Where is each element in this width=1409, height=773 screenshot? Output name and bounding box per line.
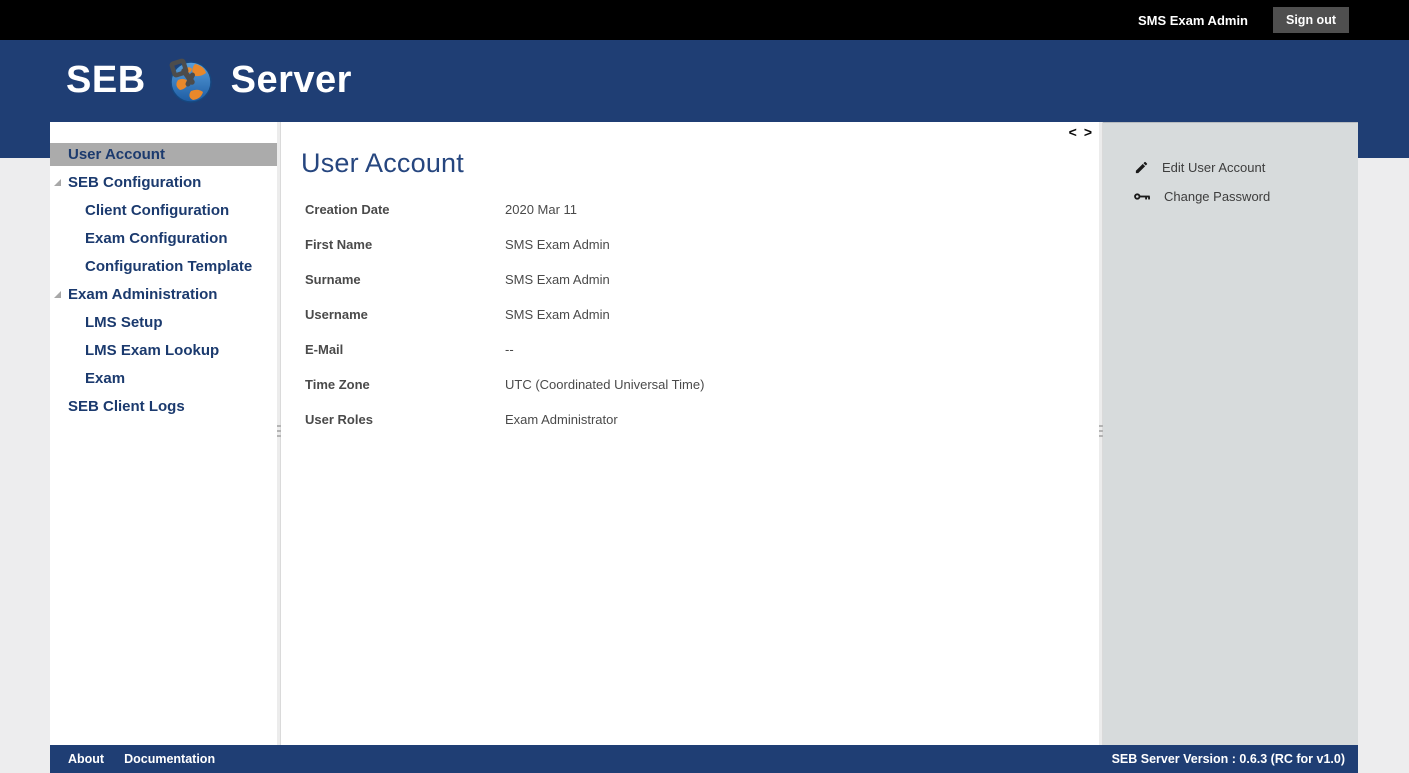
sidebar-item-label: User Account [68, 146, 165, 163]
form-row-first-name: First Name SMS Exam Admin [281, 237, 1099, 272]
sidebar-item-label: SEB Configuration [68, 174, 202, 191]
field-label: Time Zone [305, 377, 370, 392]
sidebar-item-user-account[interactable]: User Account [50, 143, 277, 166]
pencil-icon [1135, 161, 1148, 174]
sidebar-item-label: Exam Configuration [85, 230, 228, 247]
sidebar-item-lms-setup[interactable]: LMS Setup [50, 311, 277, 334]
field-label: Surname [305, 272, 361, 287]
field-label: Creation Date [305, 202, 390, 217]
sidebar-item-exam-configuration[interactable]: Exam Configuration [50, 227, 277, 250]
current-user-label: SMS Exam Admin [1137, 12, 1248, 28]
sidebar-nav: User Account SEB Configuration Client Co… [50, 122, 277, 745]
field-label: First Name [305, 237, 373, 252]
form-row-surname: Surname SMS Exam Admin [281, 272, 1099, 307]
field-value: UTC (Coordinated Universal Time) [505, 377, 705, 392]
field-value: SMS Exam Admin [505, 237, 610, 252]
sidebar-item-label: Exam [85, 370, 126, 387]
sidebar-item-lms-exam-lookup[interactable]: LMS Exam Lookup [50, 339, 277, 362]
sidebar-item-label: Exam Administration [68, 286, 218, 303]
field-value: SMS Exam Admin [505, 272, 610, 287]
field-label: User Roles [305, 412, 373, 427]
main-panel: < > User Account Creation Date 2020 Mar … [281, 122, 1099, 745]
field-value: -- [505, 342, 514, 357]
sidebar-item-label: SEB Client Logs [68, 398, 185, 415]
page-title: User Account [301, 148, 464, 178]
brand-logo: SEB Server [66, 54, 352, 106]
form-row-username: Username SMS Exam Admin [281, 307, 1099, 342]
change-password-button[interactable]: Change Password [1103, 182, 1358, 211]
edit-user-account-button[interactable]: Edit User Account [1103, 153, 1358, 182]
brand-seb-text: SEB [66, 58, 146, 101]
triangle-expand-icon [54, 291, 61, 298]
sidebar-item-label: LMS Setup [85, 314, 163, 331]
sidebar-item-label: Client Configuration [85, 202, 230, 219]
action-panel: Edit User Account Change Password [1103, 122, 1358, 745]
form-row-time-zone: Time Zone UTC (Coordinated Universal Tim… [281, 377, 1099, 412]
splitter-right[interactable] [1099, 122, 1103, 745]
brand-server-text: Server [230, 58, 352, 101]
user-account-form: Creation Date 2020 Mar 11 First Name SMS… [281, 202, 1099, 447]
nav-forward-icon[interactable]: > [1084, 125, 1092, 139]
sidebar-item-client-configuration[interactable]: Client Configuration [50, 199, 277, 222]
globe-lock-icon [169, 58, 212, 103]
action-label: Change Password [1164, 189, 1271, 204]
field-value: 2020 Mar 11 [505, 202, 578, 217]
sidebar-item-label: LMS Exam Lookup [85, 342, 220, 359]
splitter-grip[interactable] [1099, 425, 1103, 439]
sidebar-item-label: Configuration Template [85, 258, 253, 275]
sidebar-item-exam[interactable]: Exam [50, 367, 277, 390]
field-label: E-Mail [305, 342, 344, 357]
field-value: SMS Exam Admin [505, 307, 610, 322]
pager: < > [1069, 125, 1092, 139]
sidebar-item-exam-administration[interactable]: Exam Administration [50, 283, 277, 306]
content-area: User Account SEB Configuration Client Co… [50, 122, 1358, 745]
footer-link-documentation[interactable]: Documentation [124, 752, 215, 766]
action-label: Edit User Account [1162, 160, 1266, 175]
form-row-email: E-Mail -- [281, 342, 1099, 377]
sidebar-item-seb-client-logs[interactable]: SEB Client Logs [50, 395, 277, 418]
sidebar-item-seb-configuration[interactable]: SEB Configuration [50, 171, 277, 194]
key-icon [1134, 193, 1150, 200]
nav-back-icon[interactable]: < [1069, 125, 1077, 139]
version-label: SEB Server Version : 0.6.3 (RC for v1.0) [1111, 752, 1345, 766]
sidebar-item-configuration-template[interactable]: Configuration Template [50, 255, 277, 278]
triangle-expand-icon [54, 179, 61, 186]
form-row-user-roles: User Roles Exam Administrator [281, 412, 1099, 447]
field-value: Exam Administrator [505, 412, 618, 427]
form-row-creation-date: Creation Date 2020 Mar 11 [281, 202, 1099, 237]
footer-link-about[interactable]: About [68, 752, 104, 766]
field-label: Username [305, 307, 368, 322]
sign-out-button[interactable]: Sign out [1273, 7, 1349, 33]
topbar: SMS Exam Admin Sign out [0, 0, 1409, 40]
footer: About Documentation SEB Server Version :… [50, 745, 1358, 773]
